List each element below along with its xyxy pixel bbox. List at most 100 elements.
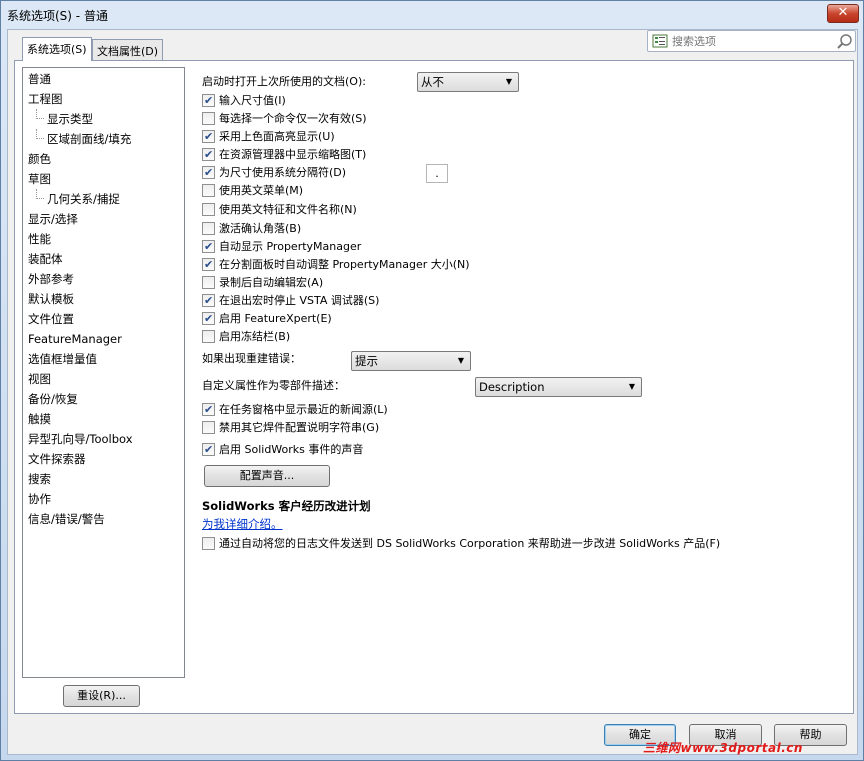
tree-item-spin-box-increments[interactable]: 选值框增量值 <box>23 349 184 369</box>
checkbox-row-featurexpert[interactable]: 启用 FeatureXpert(E) <box>202 310 332 328</box>
checkbox-row-freeze-bar[interactable]: 启用冻结栏(B) <box>202 328 290 346</box>
tree-item-label: 显示类型 <box>47 112 93 126</box>
checkbox-row-confirmation-corner[interactable]: 激活确认角落(B) <box>202 220 301 238</box>
checkbox[interactable] <box>202 146 215 164</box>
close-button[interactable]: ✕ <box>827 4 859 23</box>
checkbox[interactable] <box>202 292 215 310</box>
tree-item-default-templates[interactable]: 默认模板 <box>23 289 184 309</box>
checkbox[interactable] <box>202 420 215 434</box>
tree-item-collaboration[interactable]: 协作 <box>23 489 184 509</box>
checkbox-row-single-command[interactable]: 每选择一个命令仅一次有效(S) <box>202 110 367 128</box>
tree-item-area-hatch[interactable]: 区域剖面线/填充 <box>23 129 184 149</box>
checkbox-label: 采用上色面高亮显示(U) <box>219 130 335 143</box>
checkbox-label: 在资源管理器中显示缩略图(T) <box>219 148 367 161</box>
tab-system-options[interactable]: 系统选项(S) <box>22 37 92 61</box>
checkbox-label: 录制后自动编辑宏(A) <box>219 276 324 289</box>
checkbox-label: 启用冻结栏(B) <box>219 330 291 343</box>
program-title: SolidWorks 客户经历改进计划 <box>202 499 371 513</box>
tab-panel: 普通 工程图 显示类型 区域剖面线/填充 颜色 草图 几何关系/捕捉 显示/选择… <box>14 60 854 714</box>
tree-item-label: 区域剖面线/填充 <box>47 132 132 146</box>
tree-item-colors[interactable]: 颜色 <box>23 149 184 169</box>
checkbox-row-send-logs[interactable]: 通过自动将您的日志文件发送到 DS SolidWorks Corporation… <box>202 535 720 553</box>
open-last-dropdown[interactable]: 从不 ▼ <box>417 72 519 92</box>
checkbox[interactable] <box>202 310 215 328</box>
checkbox[interactable] <box>202 536 215 550</box>
checkbox-row-shaded-highlight[interactable]: 采用上色面高亮显示(U) <box>202 128 335 146</box>
checkbox-label: 自动显示 PropertyManager <box>219 240 362 253</box>
checkbox-row-english-feature-names[interactable]: 使用英文特征和文件名称(N) <box>202 201 357 219</box>
checkbox-row-english-menus[interactable]: 使用英文菜单(M) <box>202 182 303 200</box>
tree-item-featuremanager[interactable]: FeatureManager <box>23 329 184 349</box>
checkbox-row-input-dimension[interactable]: 输入尺寸值(I) <box>202 92 286 110</box>
title-bar[interactable]: 系统选项(S) - 普通 ✕ <box>1 1 863 29</box>
separator-input[interactable]: . <box>426 164 448 183</box>
checkbox[interactable] <box>202 329 215 343</box>
tab-document-properties[interactable]: 文档属性(D) <box>92 39 164 60</box>
checkbox[interactable] <box>202 275 215 289</box>
tree-item-backup-recover[interactable]: 备份/恢复 <box>23 389 184 409</box>
checkbox-row-weldment-strings[interactable]: 禁用其它焊件配置说明字符串(G) <box>202 419 379 437</box>
learn-more-link[interactable]: 为我详细介绍。 <box>202 516 283 532</box>
tree-item-external-references[interactable]: 外部参考 <box>23 269 184 289</box>
rebuild-error-dropdown[interactable]: 提示 ▼ <box>351 351 471 371</box>
tree-item-touch[interactable]: 触摸 <box>23 409 184 429</box>
tree-item-messages-errors-warnings[interactable]: 信息/错误/警告 <box>23 509 184 529</box>
checkbox[interactable] <box>202 202 215 216</box>
search-box[interactable] <box>647 30 856 52</box>
checkbox-label: 输入尺寸值(I) <box>219 94 286 107</box>
checkbox-row-auto-edit-macro[interactable]: 录制后自动编辑宏(A) <box>202 274 323 292</box>
checkbox-row-thumbnails[interactable]: 在资源管理器中显示缩略图(T) <box>202 146 366 164</box>
tree-guide <box>36 129 44 139</box>
dialog-client: 系统选项(S) 文档属性(D) 普通 工程图 显示类型 区域剖面线 <box>7 29 858 755</box>
tree-item-hole-wizard-toolbox[interactable]: 异型孔向导/Toolbox <box>23 429 184 449</box>
tree-item-assemblies[interactable]: 装配体 <box>23 249 184 269</box>
custom-prop-value: Description <box>479 380 545 394</box>
tree-item-drawings[interactable]: 工程图 <box>23 89 184 109</box>
checkbox-label: 使用英文菜单(M) <box>219 184 304 197</box>
tree-item-display-selection[interactable]: 显示/选择 <box>23 209 184 229</box>
checkbox[interactable] <box>202 401 215 419</box>
tree-item-sketch[interactable]: 草图 <box>23 169 184 189</box>
checkbox-label: 为尺寸使用系统分隔符(D) <box>219 166 347 179</box>
window-title: 系统选项(S) - 普通 <box>7 9 108 23</box>
checkbox-row-stop-vsta-debugger[interactable]: 在退出宏时停止 VSTA 调试器(S) <box>202 292 379 310</box>
tree-item-relations-snaps[interactable]: 几何关系/捕捉 <box>23 189 184 209</box>
tree-item-view[interactable]: 视图 <box>23 369 184 389</box>
options-list-icon <box>652 34 668 48</box>
checkbox[interactable] <box>202 221 215 235</box>
options-tree[interactable]: 普通 工程图 显示类型 区域剖面线/填充 颜色 草图 几何关系/捕捉 显示/选择… <box>22 67 185 678</box>
checkbox-row-auto-propertymanager[interactable]: 自动显示 PropertyManager <box>202 238 361 256</box>
checkbox[interactable] <box>202 164 215 182</box>
tree-item-performance[interactable]: 性能 <box>23 229 184 249</box>
tree-guide <box>36 109 44 119</box>
tree-item-file-locations[interactable]: 文件位置 <box>23 309 184 329</box>
configure-sounds-button[interactable]: 配置声音... <box>204 465 330 487</box>
checkbox[interactable] <box>202 441 215 459</box>
custom-prop-dropdown[interactable]: Description ▼ <box>475 377 642 397</box>
tree-item-search[interactable]: 搜索 <box>23 469 184 489</box>
checkbox[interactable] <box>202 111 215 125</box>
checkbox-label: 激活确认角落(B) <box>219 222 302 235</box>
checkbox-label: 启用 SolidWorks 事件的声音 <box>219 443 364 456</box>
tree-item-file-explorer[interactable]: 文件探索器 <box>23 449 184 469</box>
chevron-down-icon: ▼ <box>628 382 635 391</box>
search-input[interactable] <box>670 33 830 49</box>
watermark: 三维网www.3dportal.cn <box>643 741 803 755</box>
search-icon[interactable] <box>836 33 853 50</box>
checkbox-label: 使用英文特征和文件名称(N) <box>219 203 357 216</box>
tree-item-general[interactable]: 普通 <box>23 69 184 89</box>
checkbox[interactable] <box>202 183 215 197</box>
checkbox-row-auto-size-propertymanager[interactable]: 在分割面板时自动调整 PropertyManager 大小(N) <box>202 256 470 274</box>
checkbox[interactable] <box>202 256 215 274</box>
checkbox[interactable] <box>202 238 215 256</box>
checkbox-label: 在任务窗格中显示最近的新闻源(L) <box>219 403 388 416</box>
checkbox-label: 启用 FeatureXpert(E) <box>219 312 332 325</box>
reset-button[interactable]: 重设(R)... <box>63 685 140 707</box>
checkbox[interactable] <box>202 128 215 146</box>
checkbox[interactable] <box>202 92 215 110</box>
checkbox-row-event-sounds[interactable]: 启用 SolidWorks 事件的声音 <box>202 441 363 459</box>
checkbox-row-system-separator[interactable]: 为尺寸使用系统分隔符(D) <box>202 164 346 182</box>
tree-item-display-style[interactable]: 显示类型 <box>23 109 184 129</box>
checkbox-row-news-feed[interactable]: 在任务窗格中显示最近的新闻源(L) <box>202 401 388 419</box>
checkbox-label: 禁用其它焊件配置说明字符串(G) <box>219 421 380 434</box>
